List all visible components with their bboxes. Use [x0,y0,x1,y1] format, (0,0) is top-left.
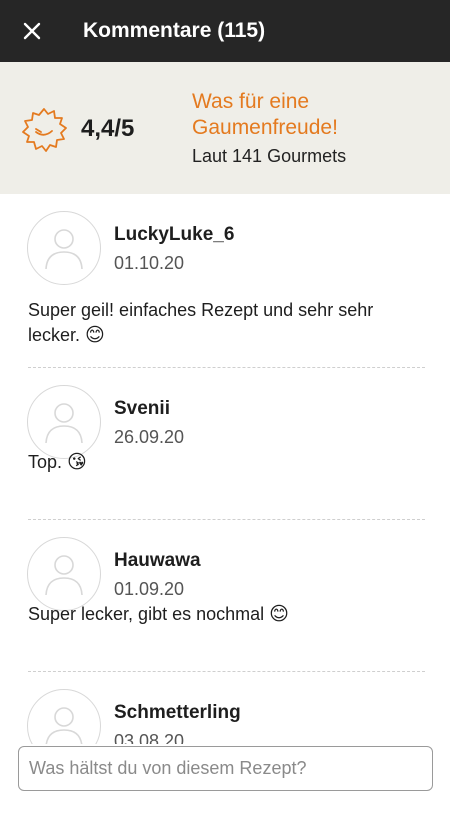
rating-score: 4,4/5 [81,115,135,142]
rating-count: Laut 141 Gourmets [192,146,347,166]
close-button[interactable] [0,0,64,62]
rating-verdict: Was für eine Gaumenfreude! [192,90,338,139]
comment-author[interactable]: Hauwawa [114,550,201,572]
comment-author[interactable]: Svenii [114,398,170,420]
avatar[interactable] [27,211,101,285]
avatar[interactable] [27,689,101,744]
comment-date: 01.10.20 [114,253,185,273]
comment-item: Svenii 26.09.20 Top. 😘 [0,368,450,520]
avatar[interactable] [27,385,101,459]
smiling-face-emoji: 😊 [269,603,289,625]
user-placeholder-icon [45,229,83,270]
comment-author[interactable]: LuckyLuke_6 [114,224,234,246]
rating-summary: 4,4/5 Was für eine Gaumenfreude! Laut 14… [0,62,450,194]
kissing-face-emoji: 😘 [67,451,87,473]
comment-date: 01.09.20 [114,579,185,599]
comment-item: Hauwawa 01.09.20 Super lecker, gibt es n… [0,520,450,672]
comment-text: Super geil! einfaches Rezept und sehr se… [28,300,374,346]
comment-input[interactable] [18,746,433,791]
smiling-face-emoji: 😊 [85,324,105,346]
page-title: Kommentare (115) [83,19,266,42]
comment-list[interactable]: LuckyLuke_6 01.10.20 Super geil! einfach… [0,194,450,744]
close-icon [23,22,41,40]
comment-date: 26.09.20 [114,427,185,447]
comment-text: Super lecker, gibt es nochmal 😊 [28,603,289,625]
user-placeholder-icon [45,707,83,744]
comment-item: LuckyLuke_6 01.10.20 Super geil! einfach… [0,194,450,368]
app-bar: Kommentare (115) [0,0,450,62]
comment-item: Schmetterling 03.08.20 [0,672,450,744]
user-placeholder-icon [45,403,83,444]
smiling-seal-icon [22,108,67,152]
comment-author[interactable]: Schmetterling [114,702,241,724]
user-placeholder-icon [45,555,83,596]
comment-composer [0,744,450,815]
avatar[interactable] [27,537,101,611]
comment-date: 03.08.20 [114,731,185,744]
comment-text: Top. 😘 [28,451,87,473]
